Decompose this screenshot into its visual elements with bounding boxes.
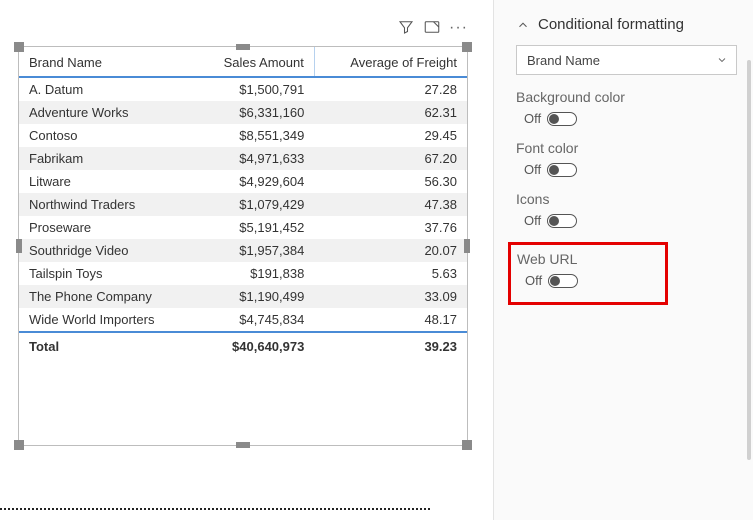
cell-brand: Northwind Traders [19,193,194,216]
cell-brand: Fabrikam [19,147,194,170]
cell-brand: Tailspin Toys [19,262,194,285]
cell-freight: 67.20 [314,147,467,170]
cell-brand: The Phone Company [19,285,194,308]
section-title: Conditional formatting [538,16,684,33]
chevron-up-icon [516,18,530,32]
cell-sales: $1,500,791 [194,77,315,101]
table-row[interactable]: Northwind Traders$1,079,42947.38 [19,193,467,216]
cell-sales: $1,957,384 [194,239,315,262]
chevron-down-icon [716,54,728,66]
total-freight: 39.23 [314,332,467,360]
web-url-highlight: Web URL Off [508,242,668,305]
cell-sales: $4,929,604 [194,170,315,193]
table-row[interactable]: Litware$4,929,60456.30 [19,170,467,193]
table-row[interactable]: Contoso$8,551,34929.45 [19,124,467,147]
resize-handle[interactable] [236,44,250,50]
cell-brand: Southridge Video [19,239,194,262]
cell-sales: $1,079,429 [194,193,315,216]
cell-sales: $4,971,633 [194,147,315,170]
conditional-formatting-section[interactable]: Conditional formatting [516,10,737,45]
option-label: Font color [516,140,737,156]
table-row[interactable]: The Phone Company$1,190,49933.09 [19,285,467,308]
visual-header-toolbar: ··· [397,18,468,39]
format-panel: Conditional formatting Brand Name Backgr… [493,0,753,520]
toggle-switch[interactable] [547,214,577,228]
toggle-state: Off [524,162,541,177]
table-row[interactable]: Tailspin Toys$191,8385.63 [19,262,467,285]
toggle-state: Off [524,213,541,228]
table-row[interactable]: Proseware$5,191,45237.76 [19,216,467,239]
cell-freight: 20.07 [314,239,467,262]
focus-mode-icon[interactable] [423,18,441,39]
report-canvas: ··· Brand Name Sales Amount Average of F… [18,18,468,458]
cell-sales: $1,190,499 [194,285,315,308]
resize-handle[interactable] [14,440,24,450]
cell-freight: 62.31 [314,101,467,124]
more-options-icon[interactable]: ··· [449,20,468,38]
option-background-color: Background color Off [516,89,737,126]
table-row[interactable]: A. Datum$1,500,79127.28 [19,77,467,101]
table-row[interactable]: Fabrikam$4,971,63367.20 [19,147,467,170]
cell-brand: Proseware [19,216,194,239]
resize-handle[interactable] [14,42,24,52]
table-visual[interactable]: Brand Name Sales Amount Average of Freig… [18,46,468,446]
option-icons: Icons Off [516,191,737,228]
cell-brand: Adventure Works [19,101,194,124]
resize-handle[interactable] [464,239,470,253]
cell-freight: 47.38 [314,193,467,216]
cell-sales: $8,551,349 [194,124,315,147]
option-label: Icons [516,191,737,207]
page-boundary [0,508,430,510]
total-label: Total [19,332,194,360]
resize-handle[interactable] [16,239,22,253]
cell-freight: 29.45 [314,124,467,147]
toggle-switch[interactable] [548,274,578,288]
cell-freight: 33.09 [314,285,467,308]
resize-handle[interactable] [462,440,472,450]
cell-sales: $4,745,834 [194,308,315,332]
resize-handle[interactable] [236,442,250,448]
cell-sales: $5,191,452 [194,216,315,239]
cell-sales: $6,331,160 [194,101,315,124]
data-table: Brand Name Sales Amount Average of Freig… [19,47,467,360]
field-dropdown[interactable]: Brand Name [516,45,737,75]
dropdown-value: Brand Name [527,53,600,68]
cell-brand: Contoso [19,124,194,147]
cell-brand: A. Datum [19,77,194,101]
cell-freight: 27.28 [314,77,467,101]
cell-brand: Wide World Importers [19,308,194,332]
option-label: Web URL [517,251,655,267]
cell-freight: 56.30 [314,170,467,193]
column-header[interactable]: Sales Amount [194,47,315,77]
column-header[interactable]: Average of Freight [314,47,467,77]
table-row[interactable]: Adventure Works$6,331,16062.31 [19,101,467,124]
option-label: Background color [516,89,737,105]
cell-freight: 48.17 [314,308,467,332]
cell-freight: 5.63 [314,262,467,285]
column-header[interactable]: Brand Name [19,47,194,77]
table-row[interactable]: Southridge Video$1,957,38420.07 [19,239,467,262]
toggle-switch[interactable] [547,112,577,126]
toggle-state: Off [525,273,542,288]
cell-brand: Litware [19,170,194,193]
resize-handle[interactable] [462,42,472,52]
toggle-state: Off [524,111,541,126]
option-font-color: Font color Off [516,140,737,177]
cell-freight: 37.76 [314,216,467,239]
cell-sales: $191,838 [194,262,315,285]
total-sales: $40,640,973 [194,332,315,360]
table-row[interactable]: Wide World Importers$4,745,83448.17 [19,308,467,332]
filter-icon[interactable] [397,18,415,39]
toggle-switch[interactable] [547,163,577,177]
option-web-url: Web URL Off [517,251,655,288]
